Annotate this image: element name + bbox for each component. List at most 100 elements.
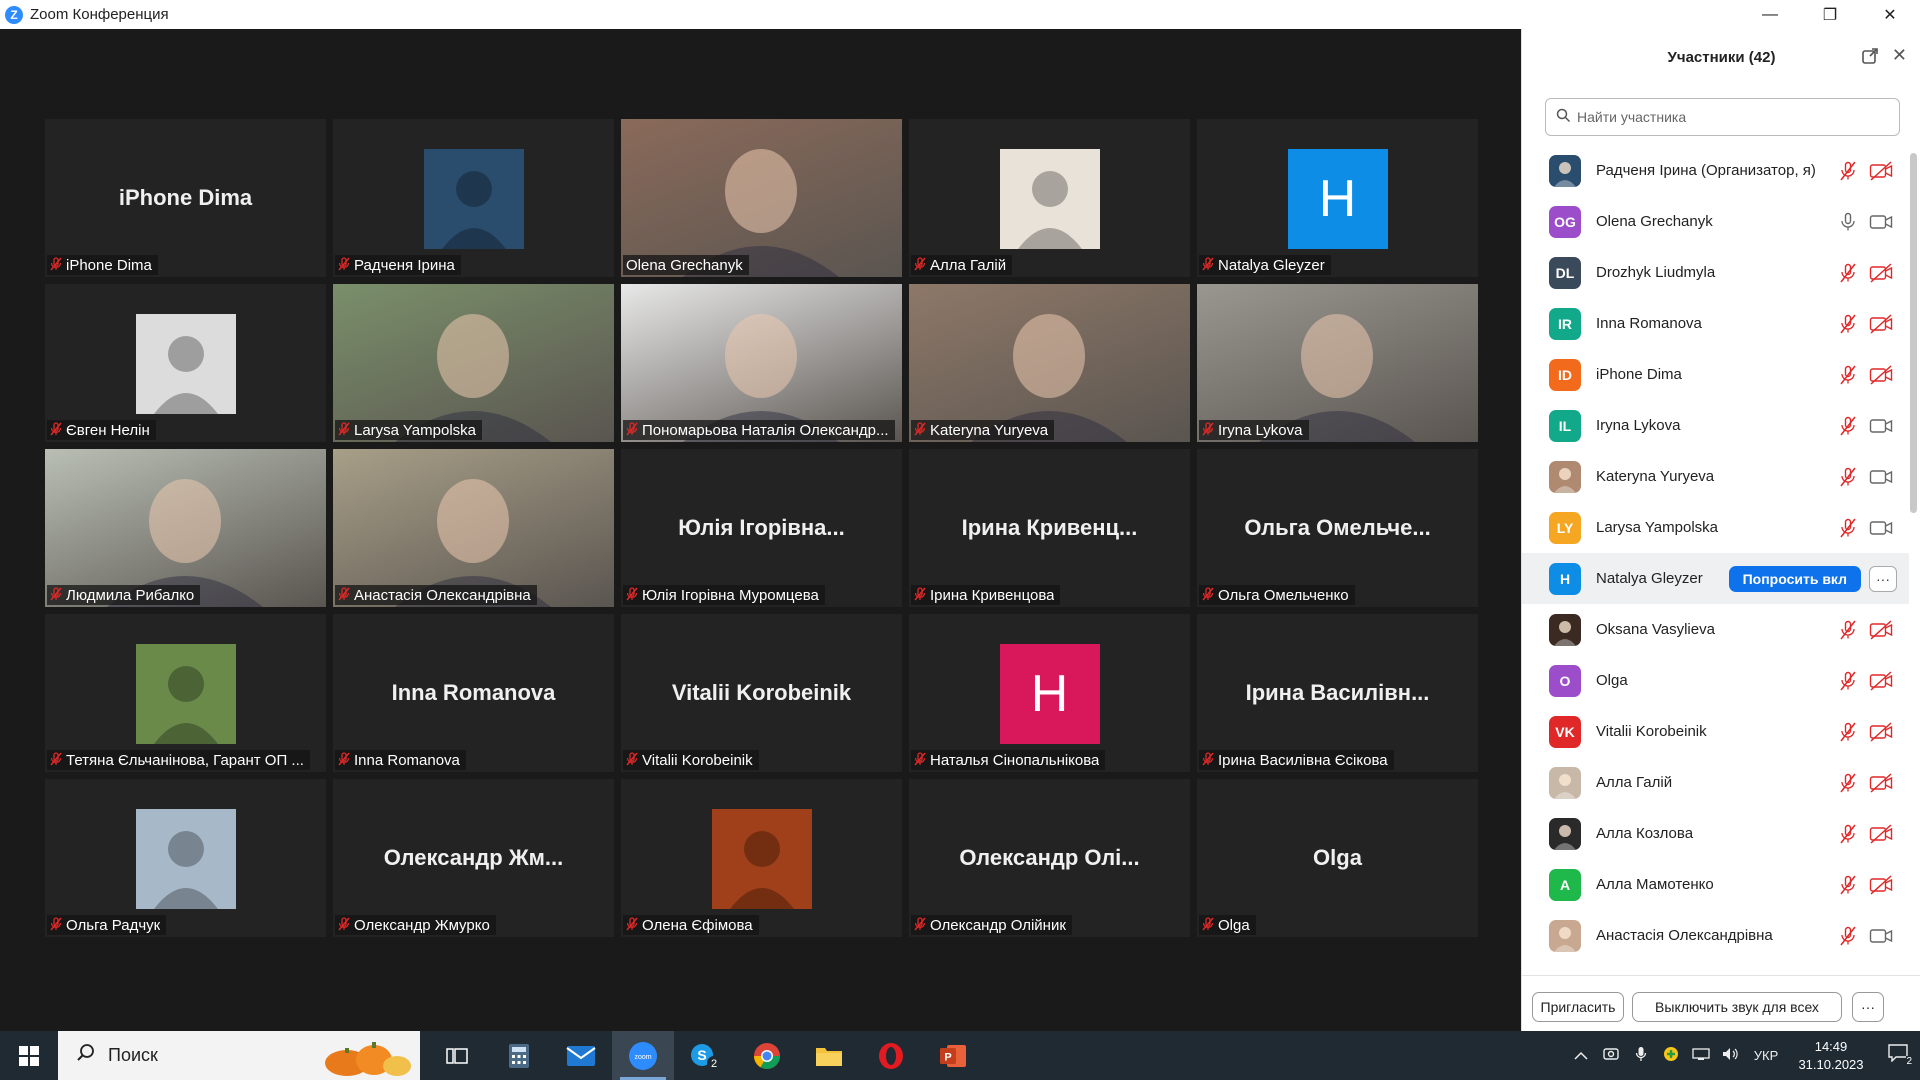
mic-muted-icon[interactable]: [1839, 926, 1857, 951]
participant-tile[interactable]: Олександр Олі... Олександр Олійник: [909, 779, 1190, 937]
participant-row[interactable]: Kateryna Yuryeva: [1522, 451, 1909, 502]
participant-tile[interactable]: Larysa Yampolska: [333, 284, 614, 442]
skype-app[interactable]: S2: [674, 1031, 736, 1080]
camera-tray-icon[interactable]: [1596, 1047, 1626, 1064]
participant-tile[interactable]: Тетяна Єльчанінова, Гарант ОП ...: [45, 614, 326, 772]
powerpoint-app[interactable]: P: [922, 1031, 984, 1080]
chevron-up-icon[interactable]: [1566, 1048, 1596, 1064]
video-off-icon[interactable]: [1869, 365, 1893, 390]
participant-row[interactable]: Алла Галій: [1522, 757, 1909, 808]
video-camera-icon[interactable]: [1869, 416, 1893, 441]
participant-tile[interactable]: Ірина Василівн... Ірина Василівна Єсікова: [1197, 614, 1478, 772]
mic-muted-icon[interactable]: [1839, 416, 1857, 441]
participant-row[interactable]: LY Larysa Yampolska: [1522, 502, 1909, 553]
minimize-button[interactable]: —: [1740, 0, 1800, 29]
video-camera-icon[interactable]: [1869, 467, 1893, 492]
ask-to-unmute-button[interactable]: Попросить вкл: [1728, 566, 1861, 592]
microphone-tray-icon[interactable]: [1626, 1046, 1656, 1065]
participant-row[interactable]: O Olga: [1522, 655, 1909, 706]
participant-row[interactable]: ID iPhone Dima: [1522, 349, 1909, 400]
participant-tile[interactable]: H Наталья Сінопальнікова: [909, 614, 1190, 772]
chrome-app[interactable]: [736, 1031, 798, 1080]
participant-tile[interactable]: Євген Нелін: [45, 284, 326, 442]
video-off-icon[interactable]: [1869, 773, 1893, 798]
task-view-button[interactable]: [426, 1031, 488, 1080]
video-off-icon[interactable]: [1869, 722, 1893, 747]
participant-row[interactable]: IL Iryna Lykova: [1522, 400, 1909, 451]
restore-button[interactable]: ❐: [1800, 0, 1860, 29]
participant-tile[interactable]: Ірина Кривенц... Ірина Кривенцова: [909, 449, 1190, 607]
participant-tile[interactable]: Пономарьова Наталія Олександр...: [621, 284, 902, 442]
start-button[interactable]: [0, 1031, 58, 1080]
video-off-icon[interactable]: [1869, 263, 1893, 288]
video-off-icon[interactable]: [1869, 161, 1893, 186]
clock[interactable]: 14:49 31.10.2023: [1786, 1038, 1876, 1074]
participant-tile[interactable]: Людмила Рибалко: [45, 449, 326, 607]
video-camera-icon[interactable]: [1869, 926, 1893, 951]
mic-muted-icon[interactable]: [1839, 875, 1857, 900]
close-panel-icon[interactable]: ✕: [1892, 45, 1907, 66]
mic-muted-icon[interactable]: [1839, 671, 1857, 696]
language-indicator[interactable]: УКР: [1746, 1048, 1786, 1063]
microphone-icon[interactable]: [1839, 212, 1857, 237]
mic-muted-icon[interactable]: [1839, 365, 1857, 390]
participant-tile[interactable]: Vitalii Korobeinik Vitalii Korobeinik: [621, 614, 902, 772]
file-explorer-app[interactable]: [798, 1031, 860, 1080]
mic-muted-icon[interactable]: [1839, 161, 1857, 186]
mute-all-button[interactable]: Выключить звук для всех: [1632, 992, 1842, 1022]
more-options-button[interactable]: ···: [1852, 992, 1884, 1022]
participant-tile[interactable]: Алла Галій: [909, 119, 1190, 277]
participant-row[interactable]: Анастасія Олександрівна: [1522, 910, 1909, 961]
mail-app[interactable]: [550, 1031, 612, 1080]
participant-row[interactable]: DL Drozhyk Liudmyla: [1522, 247, 1909, 298]
participant-tile[interactable]: Olena Grechanyk: [621, 119, 902, 277]
taskbar-search[interactable]: Поиск: [58, 1031, 420, 1080]
participant-tile[interactable]: Олександр Жм... Олександр Жмурко: [333, 779, 614, 937]
mic-muted-icon[interactable]: [1839, 824, 1857, 849]
calculator-app[interactable]: [488, 1031, 550, 1080]
volume-tray-icon[interactable]: [1716, 1047, 1746, 1064]
participant-tile[interactable]: H Natalya Gleyzer: [1197, 119, 1478, 277]
invite-button[interactable]: Пригласить: [1532, 992, 1624, 1022]
video-off-icon[interactable]: [1869, 314, 1893, 339]
participant-tile[interactable]: Ольга Радчук: [45, 779, 326, 937]
participant-row[interactable]: A Алла Мамотенко: [1522, 859, 1909, 910]
participant-tile[interactable]: Iryna Lykova: [1197, 284, 1478, 442]
participant-tile[interactable]: Ольга Омельче... Ольга Омельченко: [1197, 449, 1478, 607]
mic-muted-icon[interactable]: [1839, 263, 1857, 288]
participant-more-button[interactable]: ···: [1869, 566, 1897, 592]
video-off-icon[interactable]: [1869, 620, 1893, 645]
video-camera-icon[interactable]: [1869, 518, 1893, 543]
notification-center-button[interactable]: 2: [1876, 1044, 1920, 1067]
video-off-icon[interactable]: [1869, 875, 1893, 900]
participant-row[interactable]: H Natalya Gleyzer Попросить вкл ···: [1522, 553, 1909, 604]
participant-row[interactable]: VK Vitalii Korobeinik: [1522, 706, 1909, 757]
participant-tile[interactable]: Анастасія Олександрівна: [333, 449, 614, 607]
participant-tile[interactable]: Олена Єфімова: [621, 779, 902, 937]
zoom-app[interactable]: zoom: [612, 1031, 674, 1080]
participant-tile[interactable]: iPhone Dima iPhone Dima: [45, 119, 326, 277]
close-button[interactable]: ✕: [1860, 0, 1920, 29]
mic-muted-icon[interactable]: [1839, 467, 1857, 492]
video-off-icon[interactable]: [1869, 824, 1893, 849]
participant-search[interactable]: [1545, 98, 1900, 136]
participant-tile[interactable]: Inna Romanova Inna Romanova: [333, 614, 614, 772]
opera-app[interactable]: [860, 1031, 922, 1080]
participant-tile[interactable]: Юлія Ігорівна... Юлія Ігорівна Муромцева: [621, 449, 902, 607]
participant-tile[interactable]: Радченя Ірина: [333, 119, 614, 277]
security-tray-icon[interactable]: [1656, 1046, 1686, 1065]
mic-muted-icon[interactable]: [1839, 620, 1857, 645]
mic-muted-icon[interactable]: [1839, 722, 1857, 747]
participant-row[interactable]: OG Olena Grechanyk: [1522, 196, 1909, 247]
participant-row[interactable]: Алла Козлова: [1522, 808, 1909, 859]
participant-tile[interactable]: Kateryna Yuryeva: [909, 284, 1190, 442]
mic-muted-icon[interactable]: [1839, 314, 1857, 339]
search-input[interactable]: [1577, 109, 1897, 125]
video-off-icon[interactable]: [1869, 671, 1893, 696]
mic-muted-icon[interactable]: [1839, 773, 1857, 798]
participant-list-scrollbar[interactable]: [1910, 153, 1917, 513]
participant-row[interactable]: IR Inna Romanova: [1522, 298, 1909, 349]
participant-tile[interactable]: Olga Olga: [1197, 779, 1478, 937]
popout-icon[interactable]: [1861, 47, 1879, 70]
participant-row[interactable]: Радченя Ірина (Организатор, я): [1522, 145, 1909, 196]
